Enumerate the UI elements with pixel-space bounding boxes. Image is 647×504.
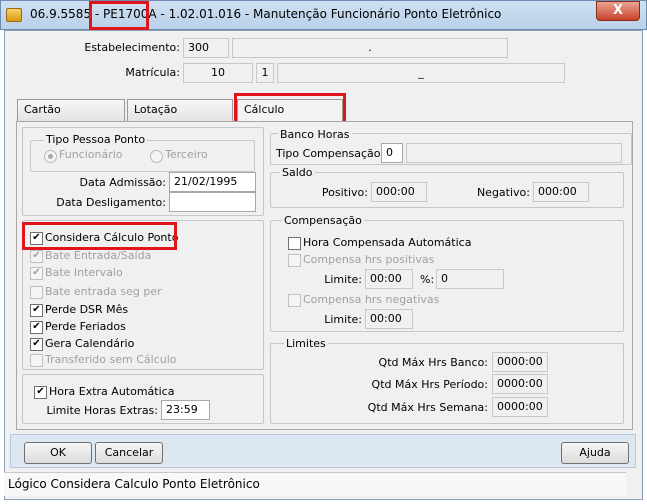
help-button[interactable]: Ajuda (561, 442, 629, 464)
check-perde-feriados-label: Perde Feriados (45, 320, 126, 333)
saldo-title: Saldo (280, 166, 315, 179)
radio-terceiro-dot (150, 150, 163, 163)
check-compensa-hrs-positivas[interactable]: Compensa hrs positivas (288, 252, 434, 267)
matricula-field[interactable]: 10 (183, 63, 253, 83)
qtd-max-hrs-periodo-field[interactable]: 0000:00 (492, 374, 548, 394)
tipo-compensacao-label: Tipo Compensação: (276, 147, 385, 160)
check-perde-feriados[interactable]: ✔ Perde Feriados (30, 319, 126, 334)
estabelecimento-name-field[interactable]: . (232, 38, 508, 58)
tab-lotacao[interactable]: Lotação (127, 99, 233, 121)
data-admissao-field[interactable]: 21/02/1995 (169, 172, 256, 192)
ok-button[interactable]: OK (24, 442, 92, 464)
app-icon (6, 8, 22, 22)
check-perde-feriados-box: ✔ (30, 321, 43, 334)
qtd-max-hrs-banco-field[interactable]: 0000:00 (492, 352, 548, 372)
limite-horas-extras-field[interactable]: 23:59 (161, 400, 210, 420)
qtd-max-hrs-periodo-label: Qtd Máx Hrs Período: (371, 378, 488, 391)
highlight-considera-calculo (22, 222, 177, 250)
limite-negativas-label: Limite: (324, 313, 362, 326)
data-desligamento-field[interactable] (169, 192, 256, 212)
check-bate-entrada-saida-box: ✔ (30, 250, 43, 263)
limite-positivas-field[interactable]: 00:00 (365, 269, 413, 289)
title-suffix: - 1.02.01.016 - Manutenção Funcionário P… (156, 7, 502, 21)
check-transferido-sem-calculo-label: Transferido sem Cálculo (45, 353, 177, 366)
check-gera-calendario-box: ✔ (30, 338, 43, 351)
matricula-label: Matrícula: (125, 66, 180, 79)
radio-funcionario-label: Funcionário (59, 148, 123, 161)
check-hora-compensada-automatica-box (288, 237, 301, 250)
check-perde-dsr-mes[interactable]: ✔ Perde DSR Mês (30, 302, 128, 317)
check-bate-intervalo[interactable]: ✔ Bate Intervalo (30, 265, 123, 280)
check-compensa-hrs-positivas-label: Compensa hrs positivas (303, 253, 435, 266)
estabelecimento-code-field[interactable]: 300 (183, 38, 229, 58)
limite-horas-extras-label: Limite Horas Extras: (46, 404, 159, 417)
negativo-field[interactable]: 000:00 (533, 182, 589, 202)
limites-title: Limites (284, 337, 328, 350)
radio-funcionario[interactable]: Funcionário (44, 148, 123, 163)
limite-negativas-field[interactable]: 00:00 (365, 309, 413, 329)
cancel-button[interactable]: Cancelar (95, 442, 163, 464)
positivo-label: Positivo: (321, 186, 368, 199)
data-desligamento-label: Data Desligamento: (56, 196, 166, 209)
check-compensa-hrs-negativas-label: Compensa hrs negativas (303, 293, 440, 306)
tipo-compensacao-field[interactable]: 0 (381, 143, 403, 163)
data-admissao-label: Data Admissão: (79, 176, 167, 189)
matricula-name-field[interactable]: _ (277, 63, 565, 83)
qtd-max-hrs-semana-label: Qtd Máx Hrs Semana: (367, 401, 488, 414)
check-transferido-sem-calculo-box (30, 354, 43, 367)
check-bate-entrada-saida-label: Bate Entrada/Saída (45, 249, 152, 262)
check-perde-dsr-mes-box: ✔ (30, 304, 43, 317)
compensacao-title: Compensação (282, 214, 364, 227)
check-bate-entrada-saida[interactable]: ✔ Bate Entrada/Saída (30, 248, 151, 263)
positivo-field[interactable]: 000:00 (371, 182, 427, 202)
check-bate-entrada-seg-per-box (30, 286, 43, 299)
tipo-pessoa-title: Tipo Pessoa Ponto (44, 133, 148, 146)
radio-terceiro[interactable]: Terceiro (150, 148, 208, 163)
tab-cartao[interactable]: Cartão (17, 99, 125, 121)
radio-terceiro-label: Terceiro (165, 148, 208, 161)
check-bate-intervalo-label: Bate Intervalo (45, 266, 123, 279)
check-gera-calendario-label: Gera Calendário (45, 337, 135, 350)
negativo-label: Negativo: (476, 186, 530, 199)
percent-label: %: (420, 273, 435, 286)
estabelecimento-label: Estabelecimento: (84, 41, 180, 54)
check-gera-calendario[interactable]: ✔ Gera Calendário (30, 336, 134, 351)
status-bar: Lógico Considera Calculo Ponto Eletrônic… (4, 472, 626, 496)
matricula-digit-field[interactable]: 1 (256, 63, 274, 83)
close-button[interactable]: X (596, 1, 640, 21)
check-perde-dsr-mes-label: Perde DSR Mês (45, 303, 129, 316)
check-hora-extra-automatica-label: Hora Extra Automática (49, 385, 175, 398)
check-compensa-hrs-negativas-box (288, 294, 301, 307)
radio-funcionario-dot (44, 150, 57, 163)
highlight-program-code (89, 1, 149, 30)
check-hora-compensada-automatica[interactable]: Hora Compensada Automática (288, 235, 471, 250)
check-bate-intervalo-box: ✔ (30, 267, 43, 280)
check-compensa-hrs-negativas[interactable]: Compensa hrs negativas (288, 292, 439, 307)
tipo-compensacao-desc-field[interactable] (406, 143, 622, 163)
banco-horas-title: Banco Horas (278, 128, 352, 141)
check-compensa-hrs-positivas-box (288, 254, 301, 267)
check-hora-compensada-automatica-label: Hora Compensada Automática (303, 236, 472, 249)
check-hora-extra-automatica-box: ✔ (34, 386, 47, 399)
qtd-max-hrs-banco-label: Qtd Máx Hrs Banco: (378, 356, 488, 369)
percent-field[interactable]: 0 (436, 269, 504, 289)
qtd-max-hrs-semana-field[interactable]: 0000:00 (492, 397, 548, 417)
limite-positivas-label: Limite: (324, 273, 362, 286)
check-bate-entrada-seg-per[interactable]: Bate entrada seg per (30, 284, 162, 299)
check-transferido-sem-calculo[interactable]: Transferido sem Cálculo (30, 352, 177, 367)
check-hora-extra-automatica[interactable]: ✔ Hora Extra Automática (34, 384, 174, 399)
check-bate-entrada-seg-per-label: Bate entrada seg per (45, 285, 162, 298)
